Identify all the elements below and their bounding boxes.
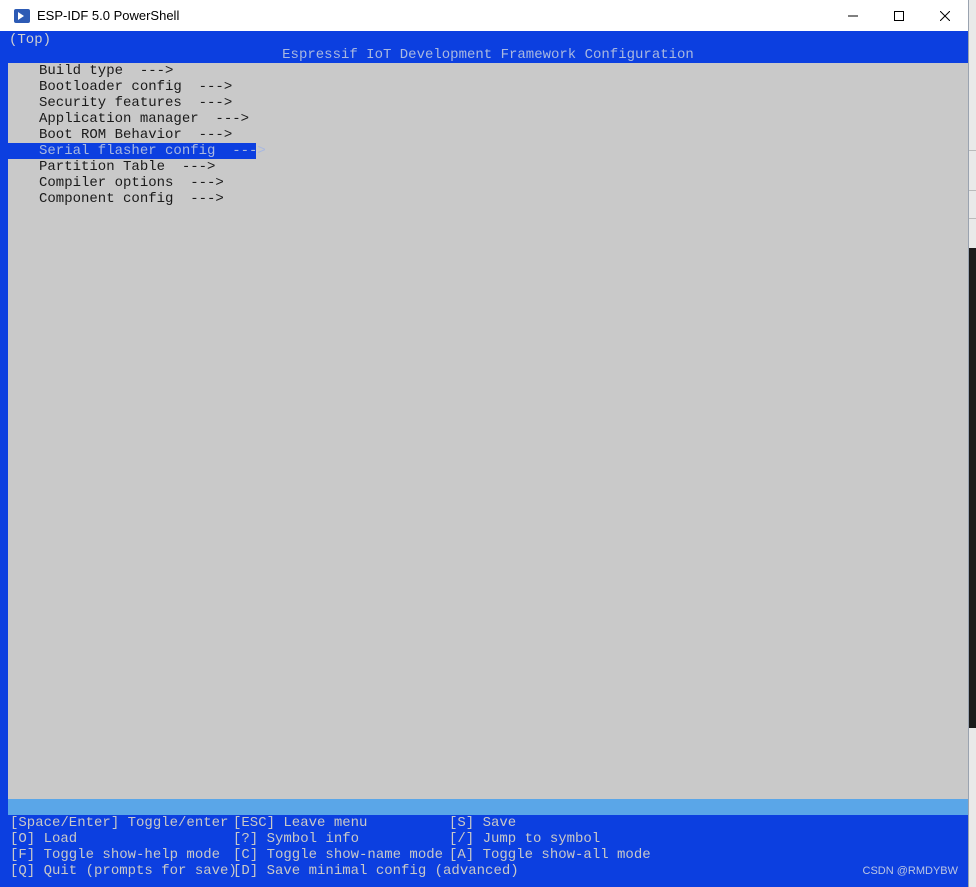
breadcrumb: (Top) <box>9 32 52 48</box>
powershell-icon <box>14 8 30 23</box>
minimize-icon <box>848 15 858 16</box>
close-button[interactable] <box>922 0 968 31</box>
close-icon <box>940 10 950 21</box>
help-symbol-info: [?] Symbol info <box>233 831 360 847</box>
help-save: [S] Save <box>449 815 517 831</box>
menu-item-label: Build type ---> <box>39 63 174 79</box>
help-leave-menu: [ESC] Leave menu <box>233 815 368 831</box>
help-toggle-enter: [Space/Enter] Toggle/enter <box>10 815 229 831</box>
maximize-icon <box>894 10 904 21</box>
menu-item-label: Component config ---> <box>39 191 224 207</box>
description-band <box>8 799 968 815</box>
keybinding-help: [Space/Enter] Toggle/enter [O] Load [F] … <box>8 815 968 887</box>
minimize-button[interactable] <box>830 0 876 31</box>
window-title: ESP-IDF 5.0 PowerShell <box>37 8 180 23</box>
menu-item-label: Security features ---> <box>39 95 233 111</box>
help-show-help-mode: [F] Toggle show-help mode <box>10 847 221 863</box>
help-load: [O] Load <box>10 831 78 847</box>
menu-item-label: Boot ROM Behavior ---> <box>39 127 233 143</box>
help-jump-to-symbol: [/] Jump to symbol <box>449 831 601 847</box>
help-quit: [Q] Quit (prompts for save) <box>10 863 237 879</box>
menu-item-label: Serial flasher config ---> <box>39 143 266 159</box>
powershell-window: ESP-IDF 5.0 PowerShell (Top) Espressif I… <box>0 0 969 887</box>
maximize-button[interactable] <box>876 0 922 31</box>
menu-item-serial-flasher-config[interactable]: Serial flasher config ---> <box>8 143 266 159</box>
menu-item-label: Compiler options ---> <box>39 175 224 191</box>
menu-item-label: Application manager ---> <box>39 111 250 127</box>
help-show-all-mode: [A] Toggle show-all mode <box>449 847 651 863</box>
help-save-minimal: [D] Save minimal config (advanced) <box>233 863 519 879</box>
help-show-name-mode: [C] Toggle show-name mode <box>233 847 444 863</box>
terminal[interactable]: (Top) Espressif IoT Development Framewor… <box>0 31 968 887</box>
menu-item-label: Partition Table ---> <box>39 159 216 175</box>
menu-item-label: Bootloader config ---> <box>39 79 233 95</box>
menuconfig-header: Espressif IoT Development Framework Conf… <box>8 47 968 63</box>
title-bar[interactable]: ESP-IDF 5.0 PowerShell <box>0 0 968 31</box>
menu-list: Build type ---> Bootloader config ---> S… <box>8 63 968 799</box>
watermark: CSDN @RMDYBW <box>862 865 959 877</box>
